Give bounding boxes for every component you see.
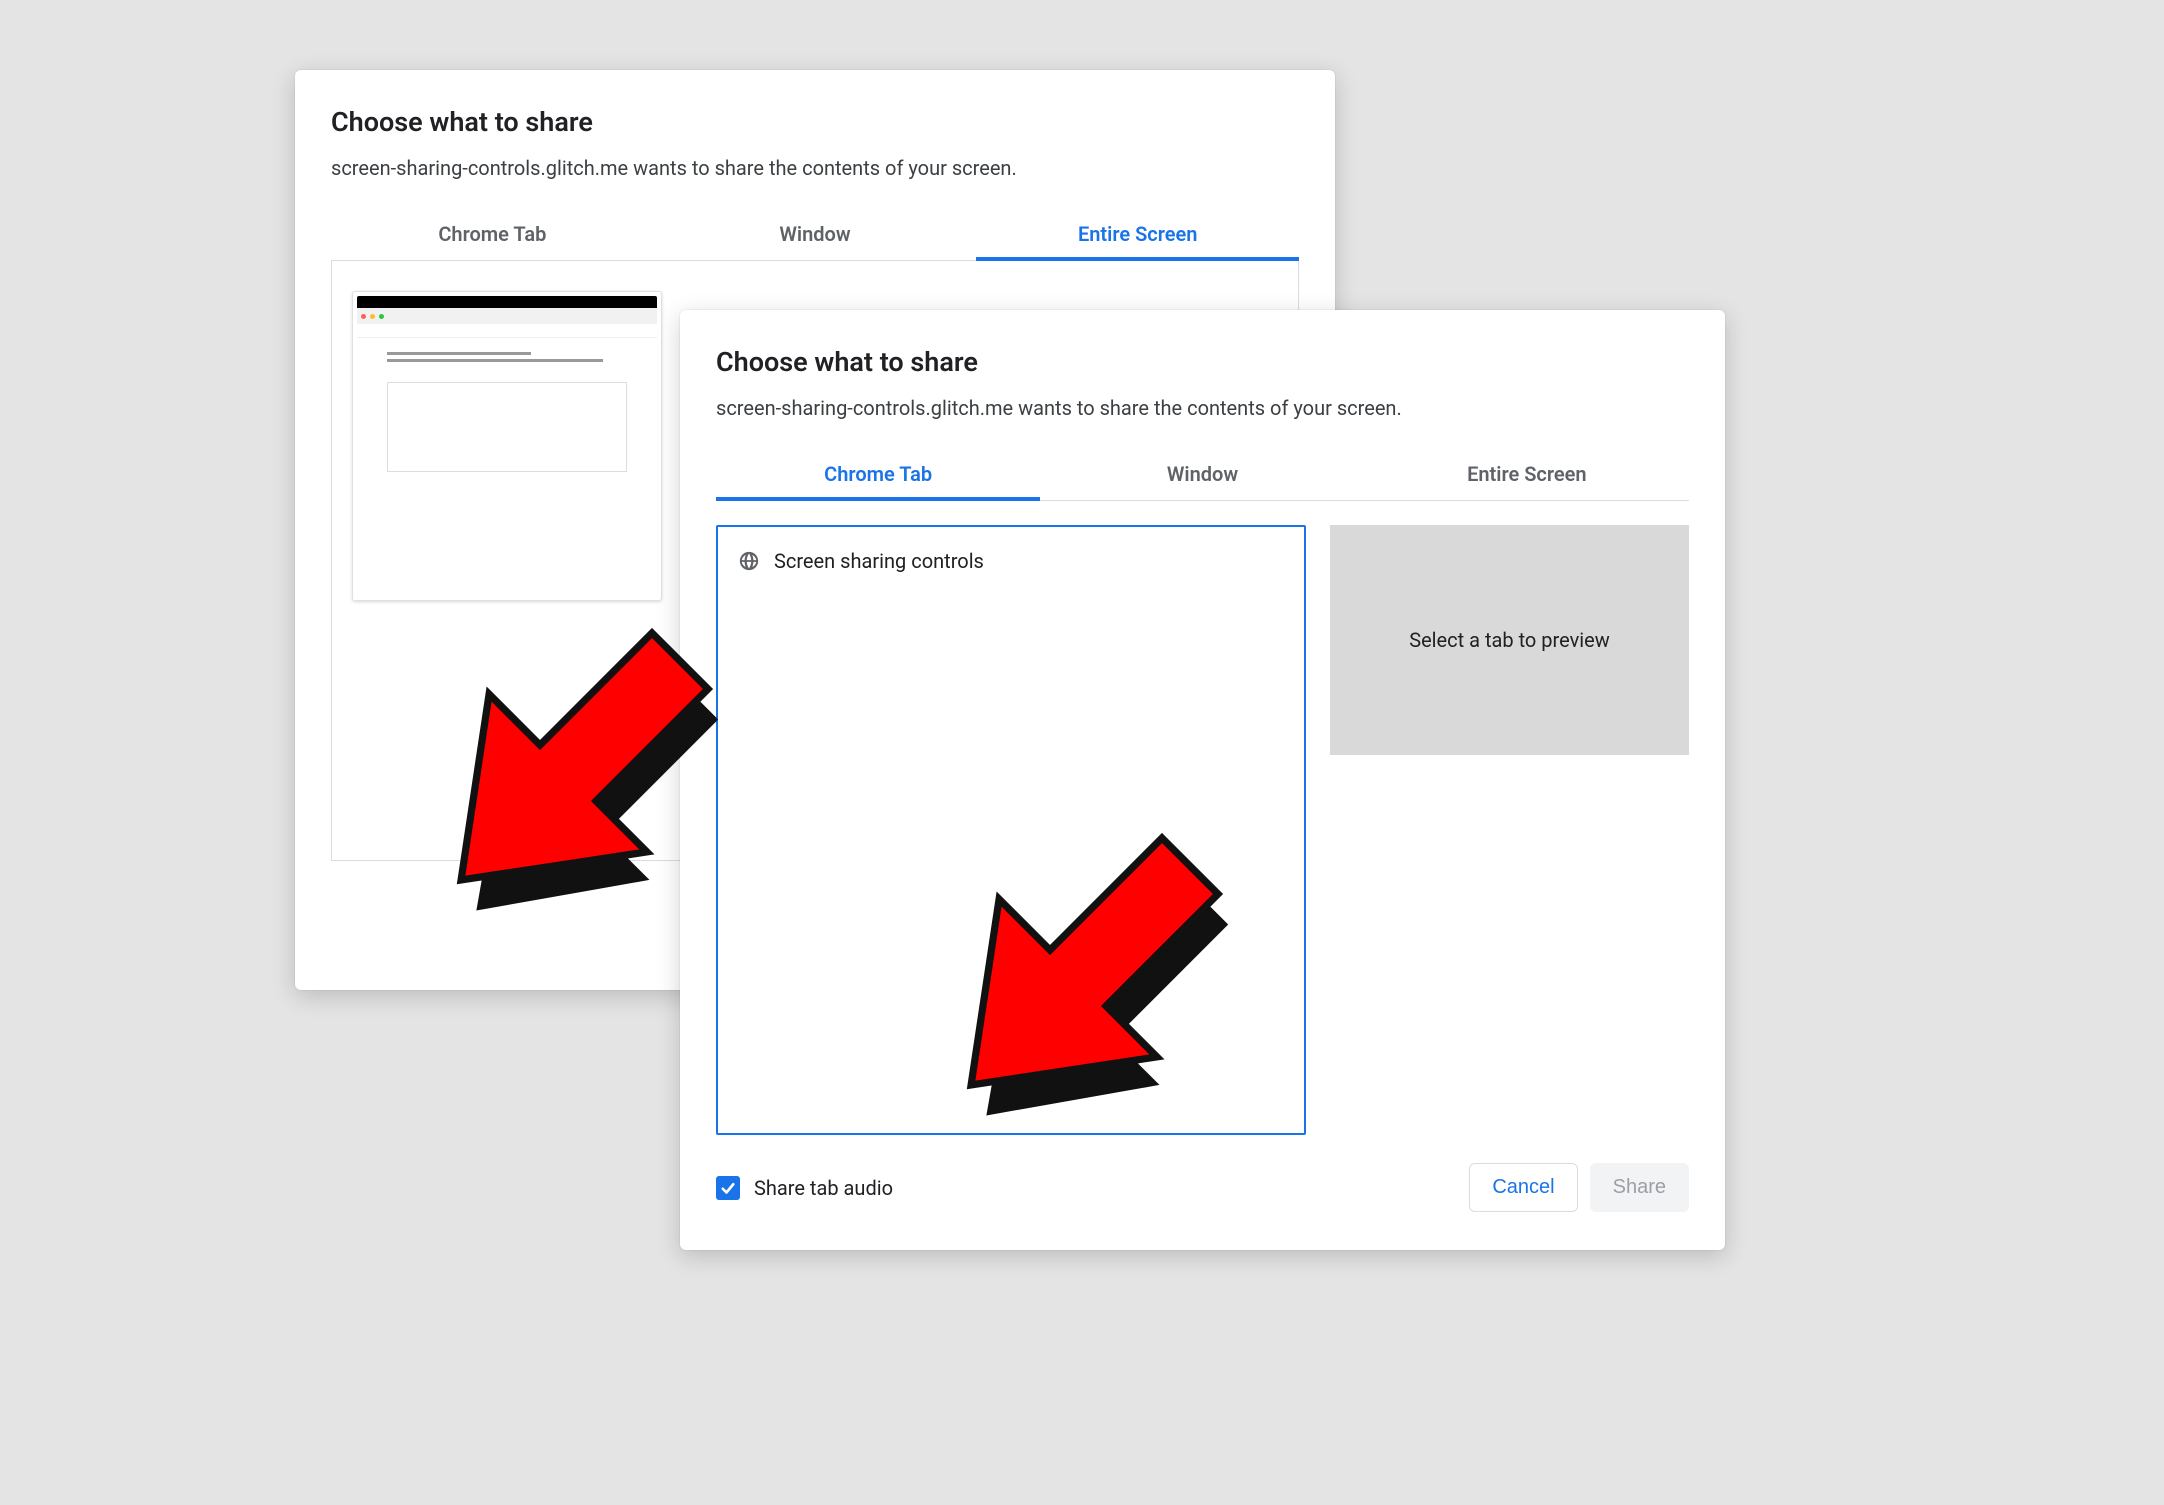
preview-pane: Select a tab to preview [1330,525,1689,1135]
globe-icon [738,550,760,572]
tab-window[interactable]: Window [654,208,977,260]
tab-window[interactable]: Window [1040,448,1364,500]
dialog-subtitle: screen-sharing-controls.glitch.me wants … [716,396,1689,420]
front-body: Screen sharing controls Select a tab to … [716,525,1689,1135]
tab-entire-screen[interactable]: Entire Screen [1365,448,1689,500]
tab-strip: Chrome Tab Window Entire Screen [716,448,1689,501]
chrome-tab-list[interactable]: Screen sharing controls [716,525,1306,1135]
list-item[interactable]: Screen sharing controls [736,543,1286,579]
dialog-title: Choose what to share [716,346,1689,378]
dialog-title: Choose what to share [331,106,1299,138]
tab-entire-screen[interactable]: Entire Screen [976,208,1299,260]
share-button[interactable]: Share [1590,1163,1689,1212]
tab-chrome-tab[interactable]: Chrome Tab [331,208,654,260]
tab-chrome-tab[interactable]: Chrome Tab [716,448,1040,500]
screen-thumbnail[interactable] [352,291,662,601]
share-tab-audio-label: Share tab audio [754,1176,893,1200]
list-item-label: Screen sharing controls [774,549,984,573]
cancel-button[interactable]: Cancel [1469,1163,1577,1212]
dialog-footer: Share tab audio Cancel Share [716,1163,1689,1212]
tab-strip: Chrome Tab Window Entire Screen [331,208,1299,261]
share-tab-audio-checkbox[interactable]: Share tab audio [716,1176,893,1200]
dialog-subtitle: screen-sharing-controls.glitch.me wants … [331,156,1299,180]
preview-placeholder: Select a tab to preview [1330,525,1689,755]
screen-share-dialog-chrome-tab: Choose what to share screen-sharing-cont… [680,310,1725,1250]
checkbox-checked-icon [716,1176,740,1200]
